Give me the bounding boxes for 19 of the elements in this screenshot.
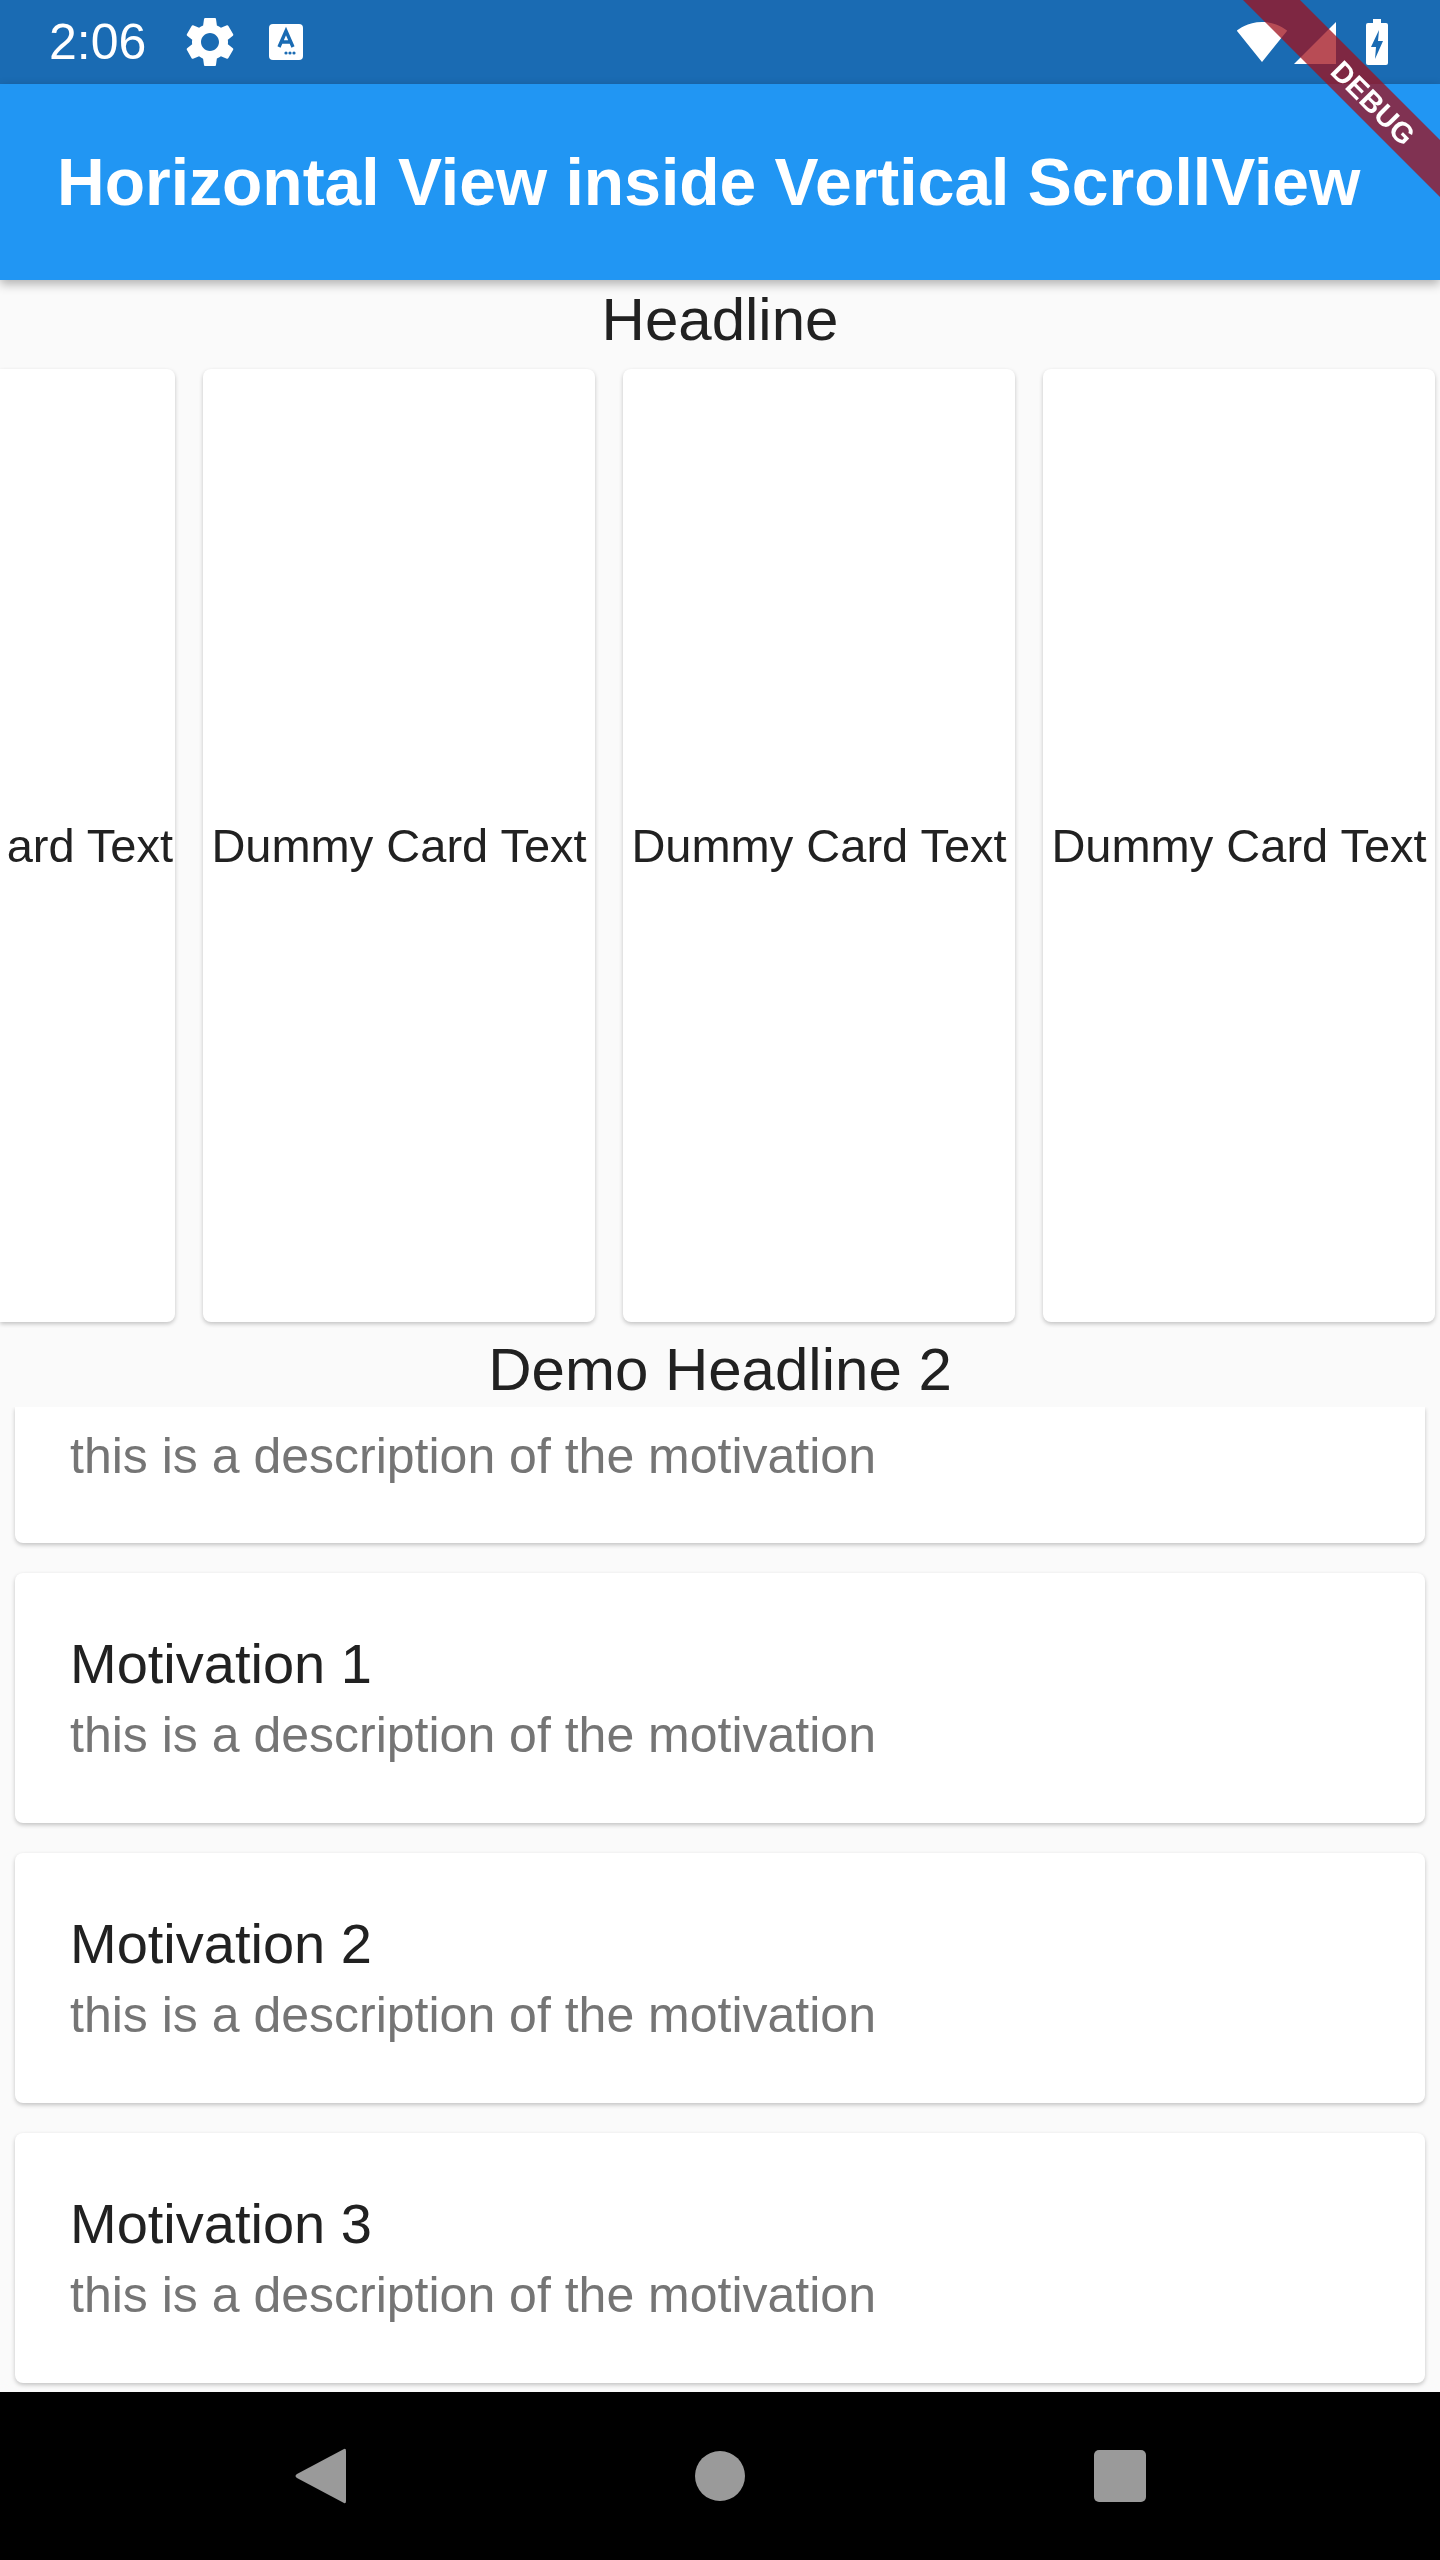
motivation-title: Motivation 2	[70, 1912, 372, 1976]
motivation-description: this is a description of the motivation	[70, 1706, 876, 1765]
section-headline: Demo Headline 2	[488, 1335, 952, 1405]
section-headline: Headline	[601, 285, 839, 355]
card-text: Dummy Card Text	[211, 817, 587, 874]
settings-icon	[186, 18, 235, 66]
home-icon[interactable]	[695, 2451, 745, 2501]
motivation-description: this is a description of the motivation	[70, 1427, 876, 1486]
motivation-title: Motivation 3	[70, 2192, 372, 2256]
card-text: Dummy Card Text	[631, 817, 1007, 874]
app-bar-title: Horizontal View inside Vertical ScrollView	[57, 144, 1361, 221]
motivation-description: this is a description of the motivation	[70, 2266, 876, 2325]
motivation-description: this is a description of the motivation	[70, 1986, 876, 2045]
letter-tile-icon	[269, 24, 304, 60]
card-text: Dummy Card Text	[1051, 817, 1427, 874]
motivation-title: Motivation 1	[70, 1632, 372, 1696]
card-text: ard Text	[6, 817, 173, 874]
back-icon[interactable]	[294, 2447, 346, 2505]
status-time: 2:06	[49, 13, 147, 71]
